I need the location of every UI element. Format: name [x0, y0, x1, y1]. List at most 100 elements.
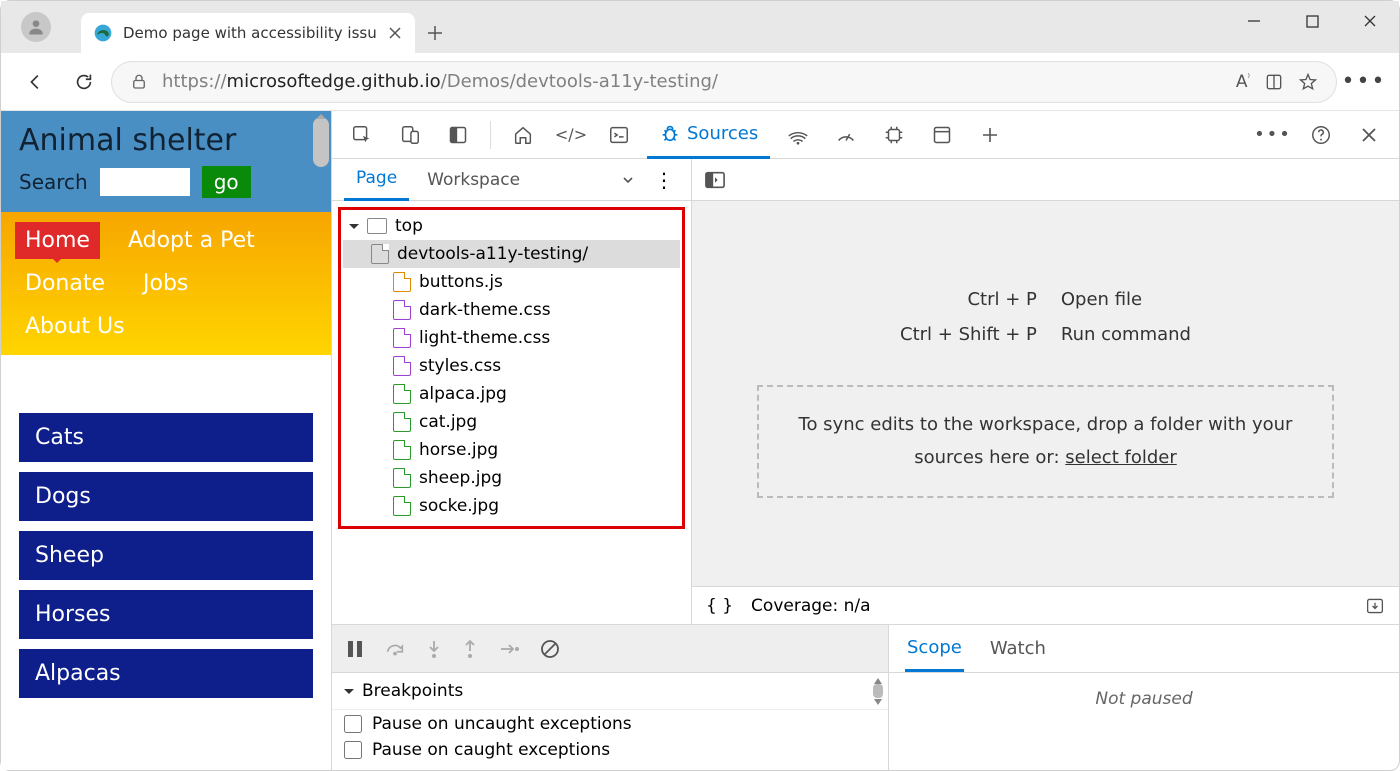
console-icon[interactable] [599, 115, 639, 155]
edge-icon [93, 23, 113, 43]
sources-more-icon[interactable]: ⋮ [649, 168, 679, 192]
list-cats[interactable]: Cats [19, 413, 313, 462]
browser-toolbar: https://microsoftedge.github.io/Demos/de… [1, 53, 1399, 111]
watch-tab[interactable]: Watch [988, 627, 1048, 670]
pause-button[interactable] [346, 639, 364, 659]
sources-tab[interactable]: Sources [647, 111, 770, 159]
select-folder-link[interactable]: select folder [1065, 447, 1176, 468]
scope-tab[interactable]: Scope [905, 626, 964, 672]
memory-icon[interactable] [874, 115, 914, 155]
coverage-bar: { } Coverage: n/a [692, 586, 1399, 624]
network-icon[interactable] [778, 115, 818, 155]
application-icon[interactable] [922, 115, 962, 155]
page-nav: Home Adopt a Pet Donate Jobs About Us [1, 212, 331, 355]
deactivate-breakpoints-icon[interactable] [540, 639, 560, 659]
dock-icon[interactable] [438, 115, 478, 155]
welcome-icon[interactable] [503, 115, 543, 155]
file-icon [393, 328, 411, 348]
list-dogs[interactable]: Dogs [19, 472, 313, 521]
toggle-navigator-icon[interactable] [704, 170, 726, 190]
device-icon[interactable] [390, 115, 430, 155]
tree-file[interactable]: socke.jpg [343, 492, 680, 520]
list-alpacas[interactable]: Alpacas [19, 649, 313, 698]
sources-sidebar-tabs: Page Workspace ⋮ [332, 159, 691, 201]
nav-jobs[interactable]: Jobs [133, 265, 198, 302]
file-icon [393, 272, 411, 292]
editor-toolbar [692, 159, 1399, 201]
pretty-print-icon[interactable]: { } [706, 596, 733, 616]
breakpoints-header[interactable]: Breakpoints [332, 673, 888, 710]
maximize-button[interactable] [1283, 1, 1341, 41]
coverage-text: Coverage: n/a [751, 596, 871, 616]
menu-button[interactable]: ••• [1343, 61, 1385, 103]
back-button[interactable] [15, 61, 57, 103]
tree-file[interactable]: cat.jpg [343, 408, 680, 436]
url-text: https://microsoftedge.github.io/Demos/de… [162, 71, 718, 92]
list-sheep[interactable]: Sheep [19, 531, 313, 580]
tree-file[interactable]: buttons.js [343, 268, 680, 296]
file-icon [393, 440, 411, 460]
lock-icon [130, 73, 148, 91]
profile-avatar[interactable] [21, 12, 51, 42]
step-into-icon[interactable] [426, 639, 442, 659]
tree-file[interactable]: styles.css [343, 352, 680, 380]
read-aloud-icon[interactable]: A⁾ [1236, 72, 1250, 92]
page-tab[interactable]: Page [344, 159, 409, 201]
page-title: Animal shelter [19, 123, 313, 158]
search-input[interactable] [100, 168, 190, 196]
nav-home[interactable]: Home [15, 222, 100, 259]
performance-icon[interactable] [826, 115, 866, 155]
file-icon [393, 468, 411, 488]
file-tree: top devtools-a11y-testing/ buttons.jsdar… [332, 201, 691, 624]
tree-file[interactable]: light-theme.css [343, 324, 680, 352]
step-over-icon[interactable] [384, 640, 406, 658]
scrollbar[interactable] [872, 677, 884, 705]
minimize-button[interactable] [1225, 1, 1283, 41]
inspect-icon[interactable] [342, 115, 382, 155]
debugger-panel: Breakpoints Pause on uncaught exceptions… [332, 624, 1399, 770]
refresh-button[interactable] [63, 61, 105, 103]
reader-icon[interactable] [1264, 72, 1284, 92]
pause-caught-checkbox[interactable]: Pause on caught exceptions [344, 740, 876, 760]
tree-file[interactable]: alpaca.jpg [343, 380, 680, 408]
tree-file[interactable]: horse.jpg [343, 436, 680, 464]
help-icon[interactable] [1301, 115, 1341, 155]
close-tab-icon[interactable] [387, 25, 403, 41]
list-horses[interactable]: Horses [19, 590, 313, 639]
workspace-tab[interactable]: Workspace [415, 159, 643, 201]
tree-root[interactable]: devtools-a11y-testing/ [343, 240, 680, 268]
titlebar: Demo page with accessibility issu [1, 1, 1399, 53]
step-out-icon[interactable] [462, 639, 478, 659]
open-file-label: Open file [1061, 289, 1191, 310]
nav-adopt[interactable]: Adopt a Pet [118, 222, 265, 259]
devtools-toolbar: </> Sources ••• [332, 111, 1399, 159]
page-scrollbar[interactable] [313, 117, 329, 167]
new-tab-button[interactable] [415, 13, 455, 53]
tree-top[interactable]: top [343, 212, 680, 240]
browser-tab[interactable]: Demo page with accessibility issu [81, 13, 415, 53]
close-button[interactable] [1341, 1, 1399, 41]
tree-file[interactable]: sheep.jpg [343, 464, 680, 492]
not-paused-text: Not paused [889, 673, 1399, 725]
elements-icon[interactable]: </> [551, 115, 591, 155]
workspace-dropzone[interactable]: To sync edits to the workspace, drop a f… [757, 385, 1335, 498]
step-icon[interactable] [498, 641, 520, 657]
file-icon [393, 412, 411, 432]
download-icon[interactable] [1365, 597, 1385, 615]
file-icon [393, 384, 411, 404]
window-controls [1225, 1, 1399, 41]
devtools-close-icon[interactable] [1349, 115, 1389, 155]
more-tabs-icon[interactable] [970, 115, 1010, 155]
file-icon [393, 356, 411, 376]
pause-uncaught-checkbox[interactable]: Pause on uncaught exceptions [344, 714, 876, 734]
editor-placeholder: Ctrl + P Open file Ctrl + Shift + P Run … [692, 201, 1399, 586]
address-bar[interactable]: https://microsoftedge.github.io/Demos/de… [111, 61, 1337, 103]
go-button[interactable]: go [202, 166, 251, 198]
favorite-icon[interactable] [1298, 72, 1318, 92]
nav-about[interactable]: About Us [15, 308, 135, 345]
devtools-menu[interactable]: ••• [1253, 115, 1293, 155]
tree-file[interactable]: dark-theme.css [343, 296, 680, 324]
search-label: Search [19, 170, 88, 194]
highlight-box: top devtools-a11y-testing/ buttons.jsdar… [338, 207, 685, 529]
open-file-key: Ctrl + P [900, 289, 1037, 310]
